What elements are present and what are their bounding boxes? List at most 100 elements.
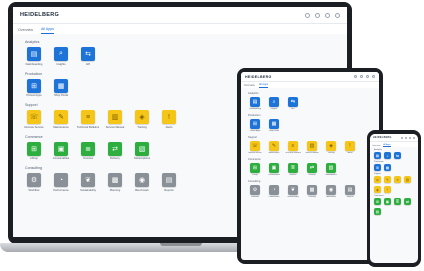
tab-overview[interactable]: Overview <box>18 28 33 34</box>
app-tile[interactable]: ⚙ Workflow <box>248 185 262 198</box>
tab-overview[interactable]: Overview <box>372 145 380 148</box>
section-production: Production ⊞Prinect Apps ▦Shop Portal <box>241 110 379 132</box>
user-icon[interactable] <box>405 136 407 139</box>
tab-all-apps[interactable]: All Apps <box>40 27 54 34</box>
calendar-icon: ▦ <box>54 78 68 93</box>
user-icon[interactable] <box>360 75 363 78</box>
settings-icon[interactable] <box>325 12 330 18</box>
app-tile[interactable]: ⊞Prinect Apps <box>374 164 381 171</box>
app-tile[interactable]: ⇆API <box>79 47 97 66</box>
tile-label: Workflow <box>251 196 259 198</box>
app-tile[interactable]: ⌕Insights <box>267 97 281 110</box>
api-icon: ⇆ <box>288 97 298 107</box>
app-tile[interactable]: ⇄Delivery <box>404 198 411 205</box>
app-tile[interactable]: ▦Shop Portal <box>52 78 70 97</box>
app-tile[interactable]: ◉ Benchmark <box>133 173 151 192</box>
app-tile[interactable]: !Alerts <box>384 186 391 193</box>
app-tile[interactable]: ⊞Prinect Apps <box>248 119 262 132</box>
calendar-icon: ▦ <box>269 119 279 129</box>
app-tile[interactable]: ▣Consumables <box>52 141 70 160</box>
app-tile[interactable]: ⊞eShop <box>374 198 381 205</box>
app-tile[interactable]: ≣Invoices <box>79 141 97 160</box>
app-tile[interactable]: !Alerts <box>343 141 357 154</box>
app-tile[interactable]: ≡Technical Bulletins <box>394 176 401 183</box>
app-tile[interactable]: ⇆API <box>394 152 401 159</box>
app-tile[interactable]: ⊞eShop <box>248 163 262 176</box>
app-tile[interactable]: ▦Shop Portal <box>267 119 281 132</box>
app-tile[interactable]: ≡Technical Bulletins <box>285 141 301 154</box>
help-icon[interactable] <box>354 75 357 78</box>
app-tile[interactable]: ⊞eShop <box>25 141 43 160</box>
app-tile[interactable]: ▩ Planning <box>106 173 124 192</box>
app-tile[interactable]: ❦ Sustainability <box>79 173 97 192</box>
app-tile[interactable]: ✎Maintenance <box>384 176 391 183</box>
app-tile[interactable]: ▧Subscriptions <box>133 141 151 160</box>
app-tile[interactable]: ◔ Performance <box>267 185 281 198</box>
user-icon[interactable] <box>315 12 320 18</box>
app-tile[interactable]: ▤ Reports <box>343 185 357 198</box>
heidelberg-logo[interactable]: HEIDELBERG <box>245 75 272 79</box>
app-tile[interactable]: ▣Consumables <box>267 163 281 176</box>
heidelberg-logo[interactable]: HEIDELBERG <box>20 12 59 18</box>
cart-icon: ⊞ <box>27 78 41 93</box>
app-tile[interactable]: ☏Remote Service <box>374 176 381 183</box>
app-tile[interactable]: ◔ Performance <box>52 173 70 192</box>
app-tile[interactable]: ⇄Delivery <box>305 163 319 176</box>
app-tile[interactable]: ≣Invoices <box>394 198 401 205</box>
help-icon[interactable] <box>305 12 310 18</box>
app-tile[interactable]: ▥Service Manual <box>305 141 319 154</box>
tile-row: ⊞eShop▣Consumables≣Invoices⇄Delivery ▧Sub… <box>374 198 414 215</box>
tile-label: Benchmark <box>326 196 336 198</box>
tab-all-apps[interactable]: All Apps <box>383 144 391 147</box>
wrench-icon: ✎ <box>54 110 68 124</box>
app-tile[interactable]: ▧Subscriptions <box>324 163 338 176</box>
app-tile[interactable]: ❦ Sustainability <box>286 185 300 198</box>
tile-label: Alerts <box>165 125 173 129</box>
tile-label: Dashboarding <box>25 62 43 66</box>
settings-icon[interactable] <box>366 75 369 78</box>
app-tile[interactable]: ☏Remote Service <box>248 141 262 154</box>
tile-row: ☏Remote Service ✎Maintenance ≡Technical Bu… <box>248 141 372 154</box>
app-tile[interactable]: ◈Training <box>374 186 381 193</box>
truck-icon: ⇄ <box>108 141 122 156</box>
app-tile[interactable]: ▤Dashboarding <box>374 152 381 159</box>
tile-label: Planning <box>109 188 121 192</box>
app-tile[interactable]: ▦Shop Portal <box>384 164 391 171</box>
app-tile[interactable]: ▤Dashboarding <box>25 47 43 66</box>
tab-overview[interactable]: Overview <box>244 84 255 88</box>
app-tile[interactable]: ≡Technical Bulletins <box>77 110 99 129</box>
benchmark-icon: ◉ <box>135 173 149 187</box>
app-tile[interactable]: ⌕Insights <box>52 47 70 66</box>
app-tile[interactable]: ▤Dashboarding <box>248 97 262 110</box>
app-tile[interactable]: ▤ Reports <box>160 173 178 192</box>
heidelberg-logo[interactable]: HEIDELBERG <box>373 136 392 139</box>
settings-icon[interactable] <box>409 136 411 139</box>
app-tile[interactable]: ⚙ Workflow <box>25 173 43 192</box>
tab-all-apps[interactable]: All Apps <box>258 83 269 88</box>
app-tile[interactable]: ◈Training <box>133 110 151 129</box>
app-tile[interactable]: ≣Invoices <box>286 163 300 176</box>
help-icon[interactable] <box>401 136 403 139</box>
app-tile[interactable]: ▥Service Manual <box>404 176 411 183</box>
app-tile[interactable]: ⌕Insights <box>384 152 391 159</box>
app-tile[interactable]: ▥Service Manual <box>106 110 124 129</box>
app-tile[interactable]: ▩ Planning <box>305 185 319 198</box>
menu-icon[interactable] <box>413 136 415 139</box>
app-tile[interactable]: ▣Consumables <box>384 198 391 205</box>
app-tile[interactable]: ☏Remote Service <box>24 110 44 129</box>
menu-icon[interactable] <box>372 75 375 78</box>
tile-label: Shop Portal <box>269 130 279 132</box>
app-tile[interactable]: !Alerts <box>160 110 178 129</box>
tile-label: Insights <box>56 62 66 66</box>
app-tile[interactable]: ⇄Delivery <box>106 141 124 160</box>
app-tile[interactable]: ✎Maintenance <box>267 141 281 154</box>
app-tile[interactable]: ⇆API <box>286 97 300 110</box>
app-tile[interactable]: ▧Subscriptions <box>374 208 381 215</box>
menu-icon[interactable] <box>335 12 340 18</box>
app-tile[interactable]: ◉ Benchmark <box>324 185 338 198</box>
app-tile[interactable]: ◈Training <box>324 141 338 154</box>
app-tile[interactable]: ✎Maintenance <box>52 110 70 129</box>
app-tile[interactable]: ⊞Prinect Apps <box>25 78 43 97</box>
tile-label: Subscriptions <box>133 157 151 160</box>
bulletin-icon: ≡ <box>81 110 95 124</box>
